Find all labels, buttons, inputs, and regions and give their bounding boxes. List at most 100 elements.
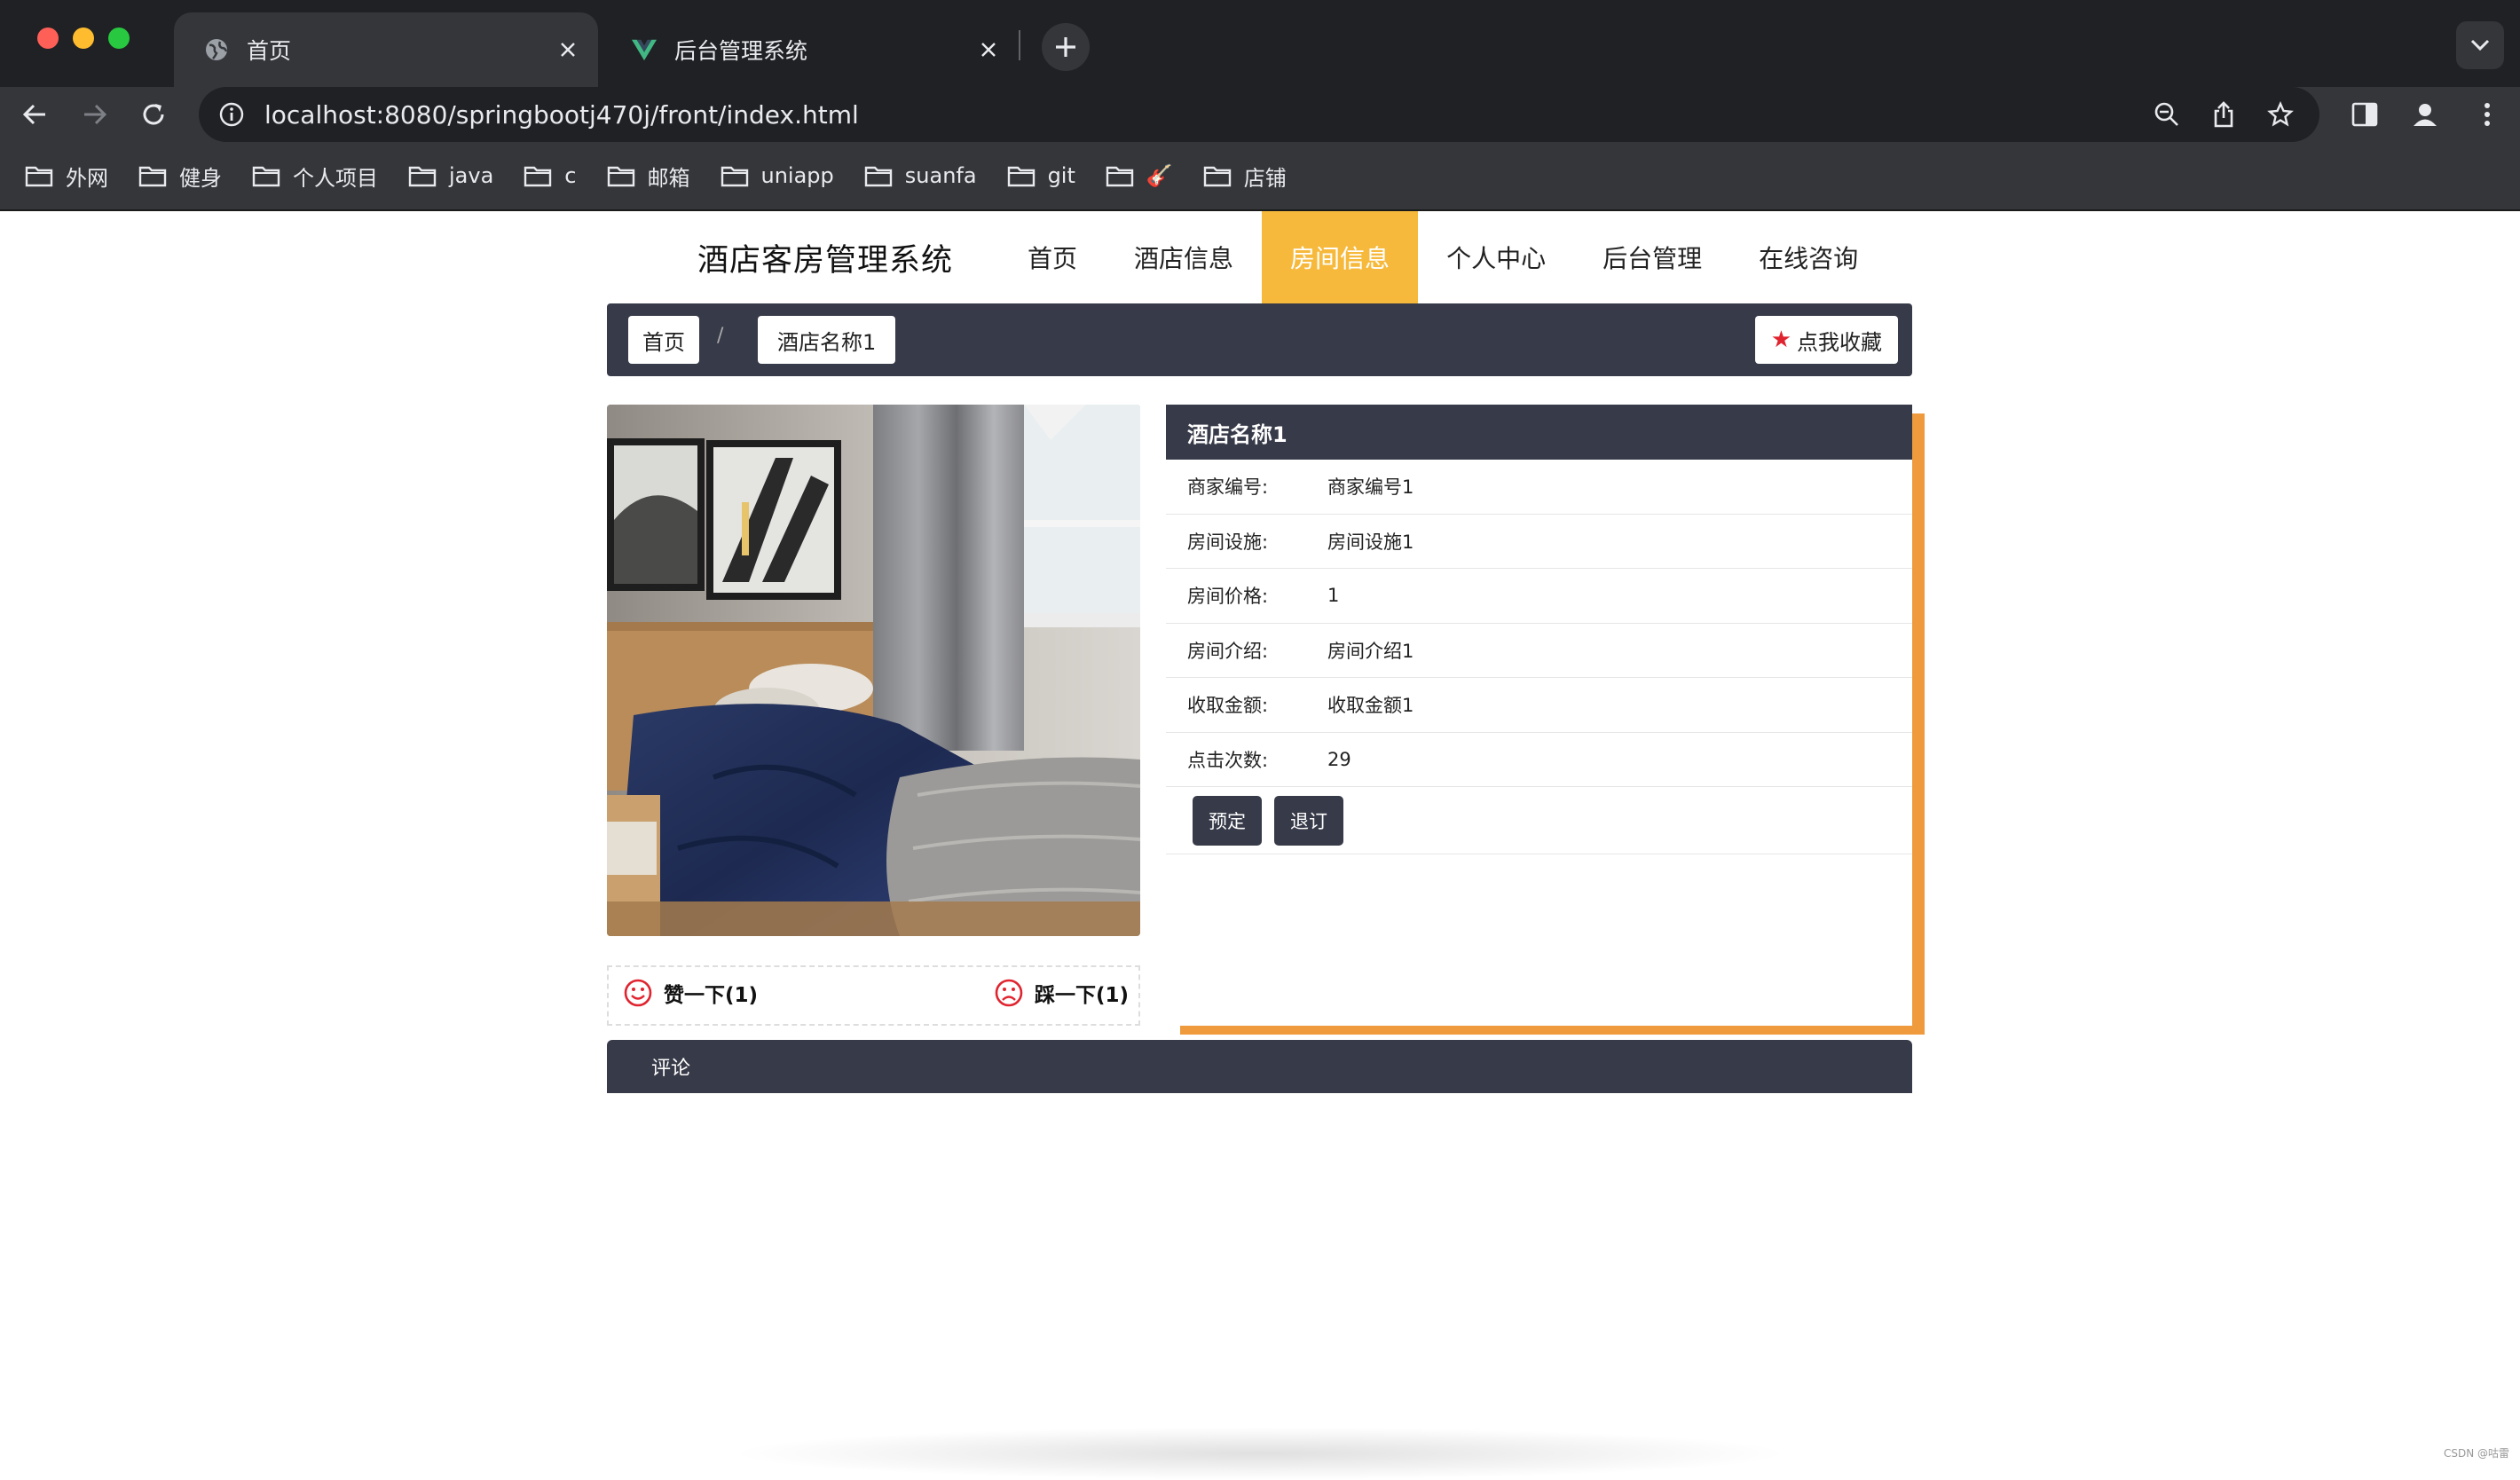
detail-row: 房间设施: 房间设施1	[1166, 515, 1912, 569]
bookmark-folder[interactable]: java	[408, 163, 493, 188]
close-window-button[interactable]	[37, 28, 59, 49]
bookmarks-bar: 外网 健身 个人项目 java c 邮箱 uniapp suanfa git 🎸…	[0, 142, 2520, 211]
like-label: 赞一下(1)	[664, 984, 759, 1007]
bookmark-folder[interactable]: 店铺	[1203, 161, 1287, 192]
favorite-label: 点我收藏	[1797, 329, 1882, 355]
tab-title: 后台管理系统	[674, 38, 808, 64]
detail-accent-border	[1912, 413, 1925, 1035]
share-icon[interactable]	[2206, 97, 2241, 132]
frown-icon	[995, 979, 1023, 1007]
address-bar[interactable]: localhost:8080/springbootj470j/front/ind…	[199, 87, 2319, 142]
folder-icon	[25, 166, 53, 187]
detail-value: 房间设施1	[1327, 531, 1414, 553]
detail-title: 酒店名称1	[1166, 405, 1912, 460]
bookmark-folder[interactable]: 个人项目	[252, 161, 378, 192]
room-photo	[607, 405, 1140, 936]
nav-home[interactable]: 首页	[999, 211, 1106, 303]
breadcrumb-current: 酒店名称1	[758, 316, 896, 364]
watermark: CSDN @咕雷	[2443, 1447, 2509, 1460]
folder-icon	[864, 166, 892, 187]
dislike-button[interactable]: 踩一下(1)	[994, 978, 1129, 1008]
site-info-icon[interactable]	[218, 101, 245, 128]
breadcrumb: 首页 / 酒店名称1 ★ 点我收藏	[607, 303, 1912, 376]
menu-icon[interactable]	[2465, 92, 2509, 137]
tab-search-button[interactable]	[2456, 21, 2504, 69]
bookmark-folder[interactable]: suanfa	[864, 163, 977, 188]
folder-icon	[1007, 166, 1035, 187]
vue-icon	[632, 37, 657, 62]
detail-row: 点击次数: 29	[1166, 733, 1912, 787]
detail-accent-border	[1180, 1026, 1925, 1035]
book-button[interactable]: 预定	[1193, 795, 1262, 846]
star-icon: ★	[1770, 327, 1792, 353]
browser-tab-active[interactable]: 首页	[174, 12, 598, 87]
nav-personal-center[interactable]: 个人中心	[1418, 211, 1574, 303]
maximize-window-button[interactable]	[108, 28, 130, 49]
minimize-window-button[interactable]	[73, 28, 94, 49]
bookmark-folder[interactable]: 🎸	[1106, 163, 1173, 188]
zoom-icon[interactable]	[2149, 97, 2185, 132]
browser-toolbar: localhost:8080/springbootj470j/front/ind…	[0, 87, 2520, 142]
detail-value: 收取金额1	[1327, 695, 1414, 717]
bookmark-folder[interactable]: uniapp	[721, 163, 834, 188]
detail-value: 房间介绍1	[1327, 640, 1414, 662]
folder-icon	[607, 166, 634, 187]
side-panel-icon[interactable]	[2343, 92, 2387, 137]
bookmark-folder[interactable]: 邮箱	[607, 161, 690, 192]
bookmark-star-icon[interactable]	[2263, 97, 2298, 132]
globe-icon	[204, 37, 229, 62]
back-icon[interactable]	[12, 92, 57, 137]
forward-icon[interactable]	[73, 92, 117, 137]
breadcrumb-separator: /	[717, 325, 724, 347]
nav-online-consult[interactable]: 在线咨询	[1730, 211, 1886, 303]
browser-tab-admin[interactable]: 后台管理系统	[602, 12, 1019, 87]
detail-label: 房间介绍:	[1187, 640, 1269, 662]
cancel-booking-button[interactable]: 退订	[1274, 795, 1343, 846]
profile-icon[interactable]	[2403, 92, 2447, 137]
detail-row: 收取金额: 收取金额1	[1166, 678, 1912, 733]
detail-value: 29	[1327, 748, 1351, 770]
nav-room-info[interactable]: 房间信息	[1262, 211, 1419, 303]
vote-bar: 赞一下(1) 踩一下(1)	[607, 965, 1140, 1026]
tab-title: 首页	[247, 38, 292, 64]
folder-icon	[138, 166, 167, 187]
close-tab-icon[interactable]	[971, 32, 1006, 67]
detail-row: 房间价格: 1	[1166, 569, 1912, 624]
like-button[interactable]: 赞一下(1)	[623, 978, 758, 1008]
folder-icon	[408, 166, 437, 187]
folder-icon	[1106, 166, 1134, 187]
tab-strip: 首页 后台管理系统	[0, 0, 2520, 87]
site-navbar: 酒店客房管理系统 首页 酒店信息 房间信息 个人中心 后台管理 在线咨询	[697, 211, 1886, 303]
bookmark-folder[interactable]: git	[1007, 163, 1075, 188]
detail-actions: 预定 退订	[1166, 787, 1912, 854]
detail-label: 点击次数:	[1187, 749, 1269, 771]
folder-icon	[1203, 166, 1231, 187]
folder-icon	[721, 166, 748, 187]
detail-row: 房间介绍: 房间介绍1	[1166, 624, 1912, 678]
url-text: localhost:8080/springbootj470j/front/ind…	[264, 99, 859, 130]
bookmark-folder[interactable]: 健身	[138, 161, 222, 192]
breadcrumb-home[interactable]: 首页	[628, 316, 699, 364]
site-brand: 酒店客房管理系统	[697, 242, 954, 279]
folder-icon	[524, 166, 552, 187]
room-detail-panel: 酒店名称1 商家编号: 商家编号1 房间设施: 房间设施1 房间价格: 1 房间介绍:…	[1166, 405, 1912, 1026]
favorite-button[interactable]: ★ 点我收藏	[1754, 316, 1898, 364]
bookmark-folder[interactable]: c	[524, 163, 577, 188]
detail-label: 收取金额:	[1187, 695, 1269, 717]
detail-value: 1	[1327, 585, 1340, 607]
new-tab-button[interactable]	[1042, 23, 1090, 71]
nav-hotel-info[interactable]: 酒店信息	[1106, 211, 1262, 303]
smile-icon	[624, 979, 652, 1007]
comments-header: 评论	[607, 1040, 1912, 1093]
browser-chrome: 首页 后台管理系统 localhost:8080/springbootj470j…	[0, 0, 2520, 211]
comments-title: 评论	[651, 1058, 691, 1080]
detail-label: 商家编号:	[1187, 476, 1269, 499]
folder-icon	[252, 166, 280, 187]
close-tab-icon[interactable]	[550, 32, 586, 67]
dislike-label: 踩一下(1)	[1035, 984, 1130, 1007]
web-page: 酒店客房管理系统 首页 酒店信息 房间信息 个人中心 后台管理 在线咨询 首页 …	[0, 211, 2520, 1480]
detail-row: 商家编号: 商家编号1	[1166, 460, 1912, 515]
bookmark-folder[interactable]: 外网	[25, 161, 108, 192]
nav-admin[interactable]: 后台管理	[1574, 211, 1730, 303]
reload-icon[interactable]	[131, 92, 176, 137]
